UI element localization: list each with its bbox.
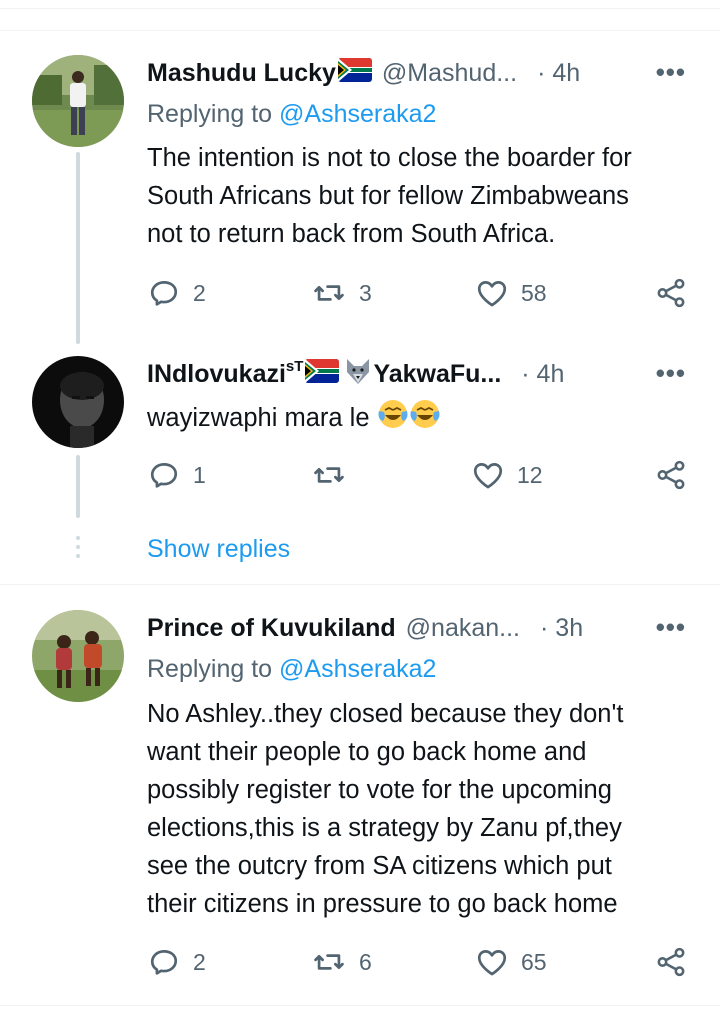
display-name-suffix[interactable]: YakwaFu... — [373, 360, 501, 389]
replying-label: Replying to — [147, 100, 280, 128]
like-icon — [477, 281, 507, 307]
text-line: possibly register to vote for the upcomi… — [147, 776, 612, 804]
reply-button[interactable]: 2 — [147, 945, 206, 979]
tweet-actions: 2 3 58 — [147, 276, 692, 316]
more-options-icon[interactable]: ••• — [656, 358, 686, 389]
text-line: wayizwaphi mara le — [147, 404, 370, 433]
replying-to: Replying to @Ashseraka2 — [147, 655, 436, 684]
avatar[interactable] — [32, 55, 124, 147]
like-count: 65 — [521, 948, 547, 975]
like-button[interactable]: 58 — [475, 276, 547, 310]
reply-icon — [150, 463, 178, 488]
tweet-header: INdlovukazisT YakwaFu... · 4h ••• — [147, 356, 690, 392]
share-button[interactable] — [653, 945, 689, 979]
display-name[interactable]: INdlovukazisT — [147, 357, 304, 389]
retweet-button[interactable] — [311, 458, 359, 492]
text-line: South Africans but for fellow Zimbabwean… — [147, 182, 629, 210]
share-button[interactable] — [653, 458, 689, 492]
display-name[interactable]: Prince of Kuvukiland — [147, 614, 396, 643]
like-button[interactable]: 65 — [475, 945, 547, 979]
tears-of-joy-emoji — [377, 397, 441, 442]
wolf-icon — [343, 356, 373, 393]
thread-line — [76, 455, 80, 518]
reply-count: 2 — [193, 948, 206, 975]
reply-count: 1 — [193, 461, 206, 488]
like-button[interactable]: 12 — [471, 458, 543, 492]
thread-ellipsis — [76, 536, 80, 563]
more-options-icon[interactable]: ••• — [656, 57, 686, 88]
like-count: 58 — [521, 279, 547, 306]
reply-count: 2 — [193, 279, 206, 306]
display-name-text: INdlovukazi — [147, 359, 286, 388]
text-line: their citizens in pressure to go back ho… — [147, 890, 618, 918]
retweet-count: 6 — [359, 948, 372, 975]
share-icon — [657, 460, 685, 490]
reply-icon — [150, 281, 178, 306]
like-count: 12 — [517, 461, 543, 488]
display-name-superscript: sT — [285, 357, 304, 375]
show-replies-link[interactable]: Show replies — [147, 535, 290, 564]
divider — [0, 30, 720, 31]
retweet-button[interactable]: 3 — [311, 276, 372, 310]
tweet-text: The intention is not to close the boarde… — [147, 139, 695, 253]
reply-button[interactable]: 2 — [147, 276, 206, 310]
tweet-header: Prince of Kuvukiland @nakan... · 3h ••• — [147, 610, 690, 646]
text-line: The intention is not to close the boarde… — [147, 144, 632, 172]
south-africa-flag-icon — [305, 358, 340, 390]
timestamp[interactable]: · 4h — [521, 360, 564, 389]
tweet-header: Mashudu Lucky @Mashud... · 4h ••• — [147, 55, 690, 91]
reply-icon — [150, 950, 178, 975]
share-button[interactable] — [653, 276, 689, 310]
divider — [0, 584, 720, 585]
retweet-icon — [314, 467, 344, 483]
mention-link[interactable]: @Ashseraka2 — [279, 655, 436, 683]
share-icon — [657, 278, 685, 308]
handle[interactable]: @Mashud... — [382, 59, 517, 88]
timestamp[interactable]: · 3h — [540, 614, 583, 643]
like-icon — [473, 463, 503, 489]
retweet-button[interactable]: 6 — [311, 945, 372, 979]
tweet-actions: 2 6 65 — [147, 945, 692, 985]
text-line: want their people to go back home and — [147, 738, 587, 766]
text-line: see the outcry from SA citizens which pu… — [147, 852, 612, 880]
text-line: No Ashley..they closed because they don'… — [147, 700, 624, 728]
south-africa-flag-icon — [337, 57, 372, 89]
thread-line — [76, 152, 80, 344]
reply-button[interactable]: 1 — [147, 458, 206, 492]
timestamp[interactable]: · 4h — [537, 59, 580, 88]
share-icon — [657, 947, 685, 977]
divider — [0, 1005, 720, 1006]
top-divider — [0, 8, 720, 9]
display-name[interactable]: Mashudu Lucky — [147, 59, 336, 88]
retweet-count: 3 — [359, 279, 372, 306]
handle[interactable]: @nakan... — [406, 614, 520, 643]
replying-label: Replying to — [147, 655, 280, 683]
mention-link[interactable]: @Ashseraka2 — [279, 100, 436, 128]
retweet-icon — [314, 285, 344, 301]
tweet-actions: 1 12 — [147, 458, 692, 498]
retweet-icon — [314, 954, 344, 970]
avatar[interactable] — [32, 610, 124, 702]
like-icon — [477, 950, 507, 976]
tweet-text: wayizwaphi mara le — [147, 397, 695, 442]
avatar[interactable] — [32, 356, 124, 448]
tweet-text: No Ashley..they closed because they don'… — [147, 695, 695, 923]
replying-to: Replying to @Ashseraka2 — [147, 100, 436, 129]
text-line: not to return back from South Africa. — [147, 220, 556, 248]
text-line: elections,this is a strategy by Zanu pf,… — [147, 814, 622, 842]
more-options-icon[interactable]: ••• — [656, 612, 686, 643]
